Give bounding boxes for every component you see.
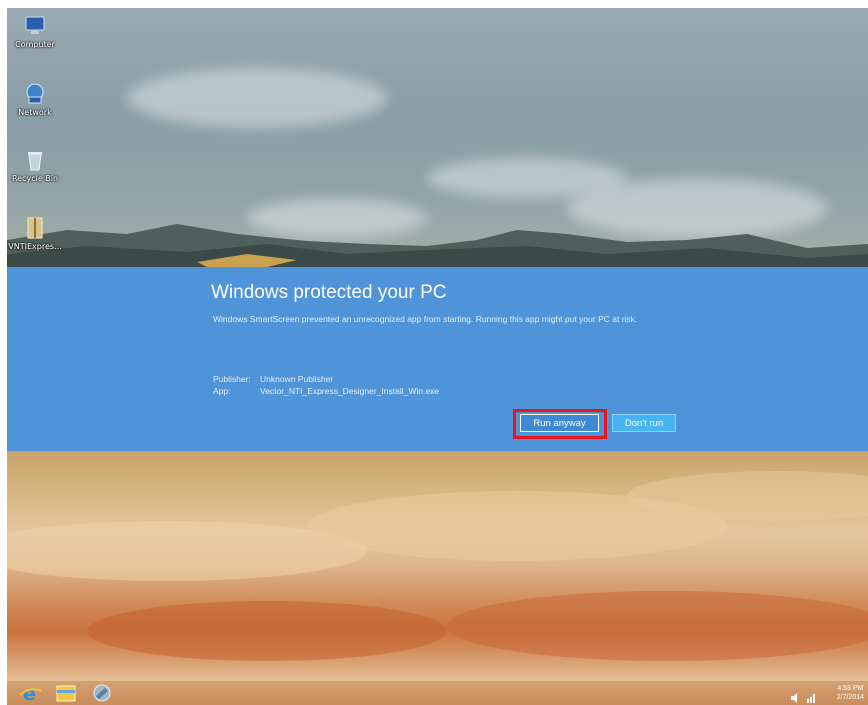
taskbar-file-explorer[interactable] [51,683,81,703]
dont-run-button[interactable]: Don't run [612,414,676,432]
desktop-icon-label: VNTIExpres... [8,242,62,251]
internet-explorer-icon: e [19,683,42,705]
app-row: App: Vector_NTI_Express_Designer_Install_… [213,386,439,396]
app-label: App: [213,386,231,396]
taskbar-internet-explorer[interactable]: e [15,683,45,705]
wallpaper-sky [7,8,868,267]
desktop-icon-label: Network [18,108,52,117]
desktop: Computer Network Recycle Bin VNTIExpres.… [7,8,868,705]
clock-time: 4:53 PM [837,685,864,692]
desktop-icon-label: Recycle Bin [11,174,59,183]
clock-date: 2/7/2014 [836,694,864,701]
publisher-value: Unknown Publisher [260,374,334,384]
installer-file-icon [23,216,47,240]
installer-icon [93,684,111,702]
taskbar-installer[interactable] [87,683,117,703]
wallpaper-painted-hills [7,451,868,681]
dialog-title: Windows protected your PC [211,282,447,303]
computer-icon [23,14,47,38]
network-icon [23,82,47,106]
publisher-row: Publisher: Unknown Publisher [213,374,333,384]
taskbar: e 4:53 PM 2/7/2014 [7,681,868,705]
file-explorer-icon [56,685,76,702]
publisher-label: Publisher: [213,374,251,384]
smartscreen-dialog: Windows protected your PC Windows SmartS… [7,267,868,451]
network-tray-icon[interactable] [806,688,816,703]
svg-text:e: e [23,683,36,703]
desktop-icon-label: Computer [15,40,55,49]
desktop-icon-network[interactable]: Network [7,82,63,117]
desktop-icon-computer[interactable]: Computer [7,14,63,49]
desktop-icon-installer[interactable]: VNTIExpres... [7,216,63,251]
dialog-message: Windows SmartScreen prevented an unrecog… [213,314,638,324]
run-anyway-button[interactable]: Run anyway [520,414,599,432]
recycle-bin-icon [23,148,47,172]
tray-clock[interactable]: 4:53 PM 2/7/2014 [837,684,864,702]
desktop-icon-recycle-bin[interactable]: Recycle Bin [7,148,63,183]
mountain-ridge [7,224,868,267]
volume-icon[interactable] [790,688,800,703]
app-value: Vector_NTI_Express_Designer_Install_Win.… [260,386,440,396]
